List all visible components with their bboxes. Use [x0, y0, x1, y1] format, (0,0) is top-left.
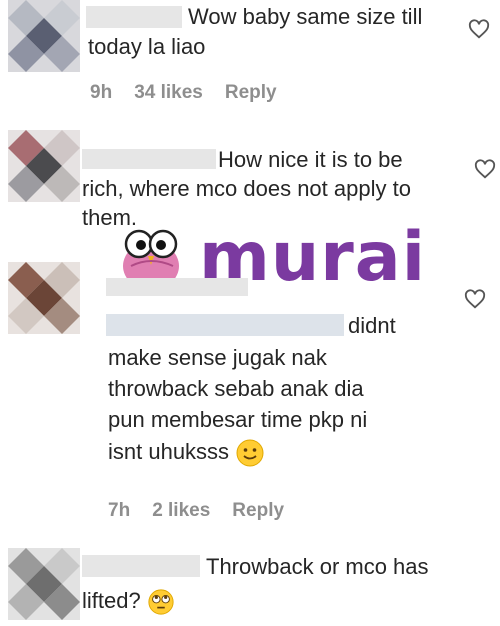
like-count[interactable]: 2 likes [152, 500, 210, 522]
avatar[interactable] [8, 130, 80, 202]
comment-time: 9h [90, 82, 113, 103]
heart-outline-icon[interactable] [468, 18, 490, 40]
username-redacted[interactable] [106, 278, 248, 296]
comment-text: Throwback or mco has [206, 554, 429, 579]
heart-outline-icon[interactable] [464, 288, 486, 310]
comment-text-line: lifted? [82, 586, 175, 616]
heart-outline-icon[interactable] [474, 158, 496, 180]
comment-text-line: today la liao [88, 34, 206, 59]
reply-button[interactable]: Reply [225, 82, 277, 104]
reply-button[interactable]: Reply [232, 500, 284, 522]
avatar[interactable] [8, 0, 80, 72]
comment-text-line: lifted? [82, 588, 141, 613]
comment-text-line: isnt uhuksss [108, 437, 265, 468]
comment-text-line: pun membesar time pkp ni [108, 407, 368, 432]
comment-text: didnt [348, 313, 396, 338]
comment-text-line: make sense jugak nak [108, 345, 327, 370]
avatar[interactable] [8, 262, 80, 334]
comment-meta: 9h 34 likes Reply [90, 82, 277, 104]
avatar[interactable] [8, 548, 80, 620]
comment-meta: 7h 2 likes Reply [108, 500, 284, 522]
like-count[interactable]: 34 likes [134, 82, 203, 104]
comment-text: How nice it is to be [218, 147, 403, 172]
username-redacted[interactable] [82, 149, 216, 169]
username-redacted[interactable] [82, 555, 200, 577]
comment-text-line: rich, where mco does not apply to [82, 176, 411, 201]
comment-text-line: throwback sebab anak dia [108, 376, 364, 401]
username-redacted[interactable] [106, 314, 344, 336]
comment-text: Wow baby same size till [188, 4, 423, 29]
face-with-rolling-eyes-emoji [148, 589, 174, 615]
slightly-smiling-face-emoji [236, 439, 264, 467]
username-redacted[interactable] [86, 6, 182, 28]
comment-text-line: isnt uhuksss [108, 439, 230, 464]
comment-time: 7h [108, 500, 131, 521]
